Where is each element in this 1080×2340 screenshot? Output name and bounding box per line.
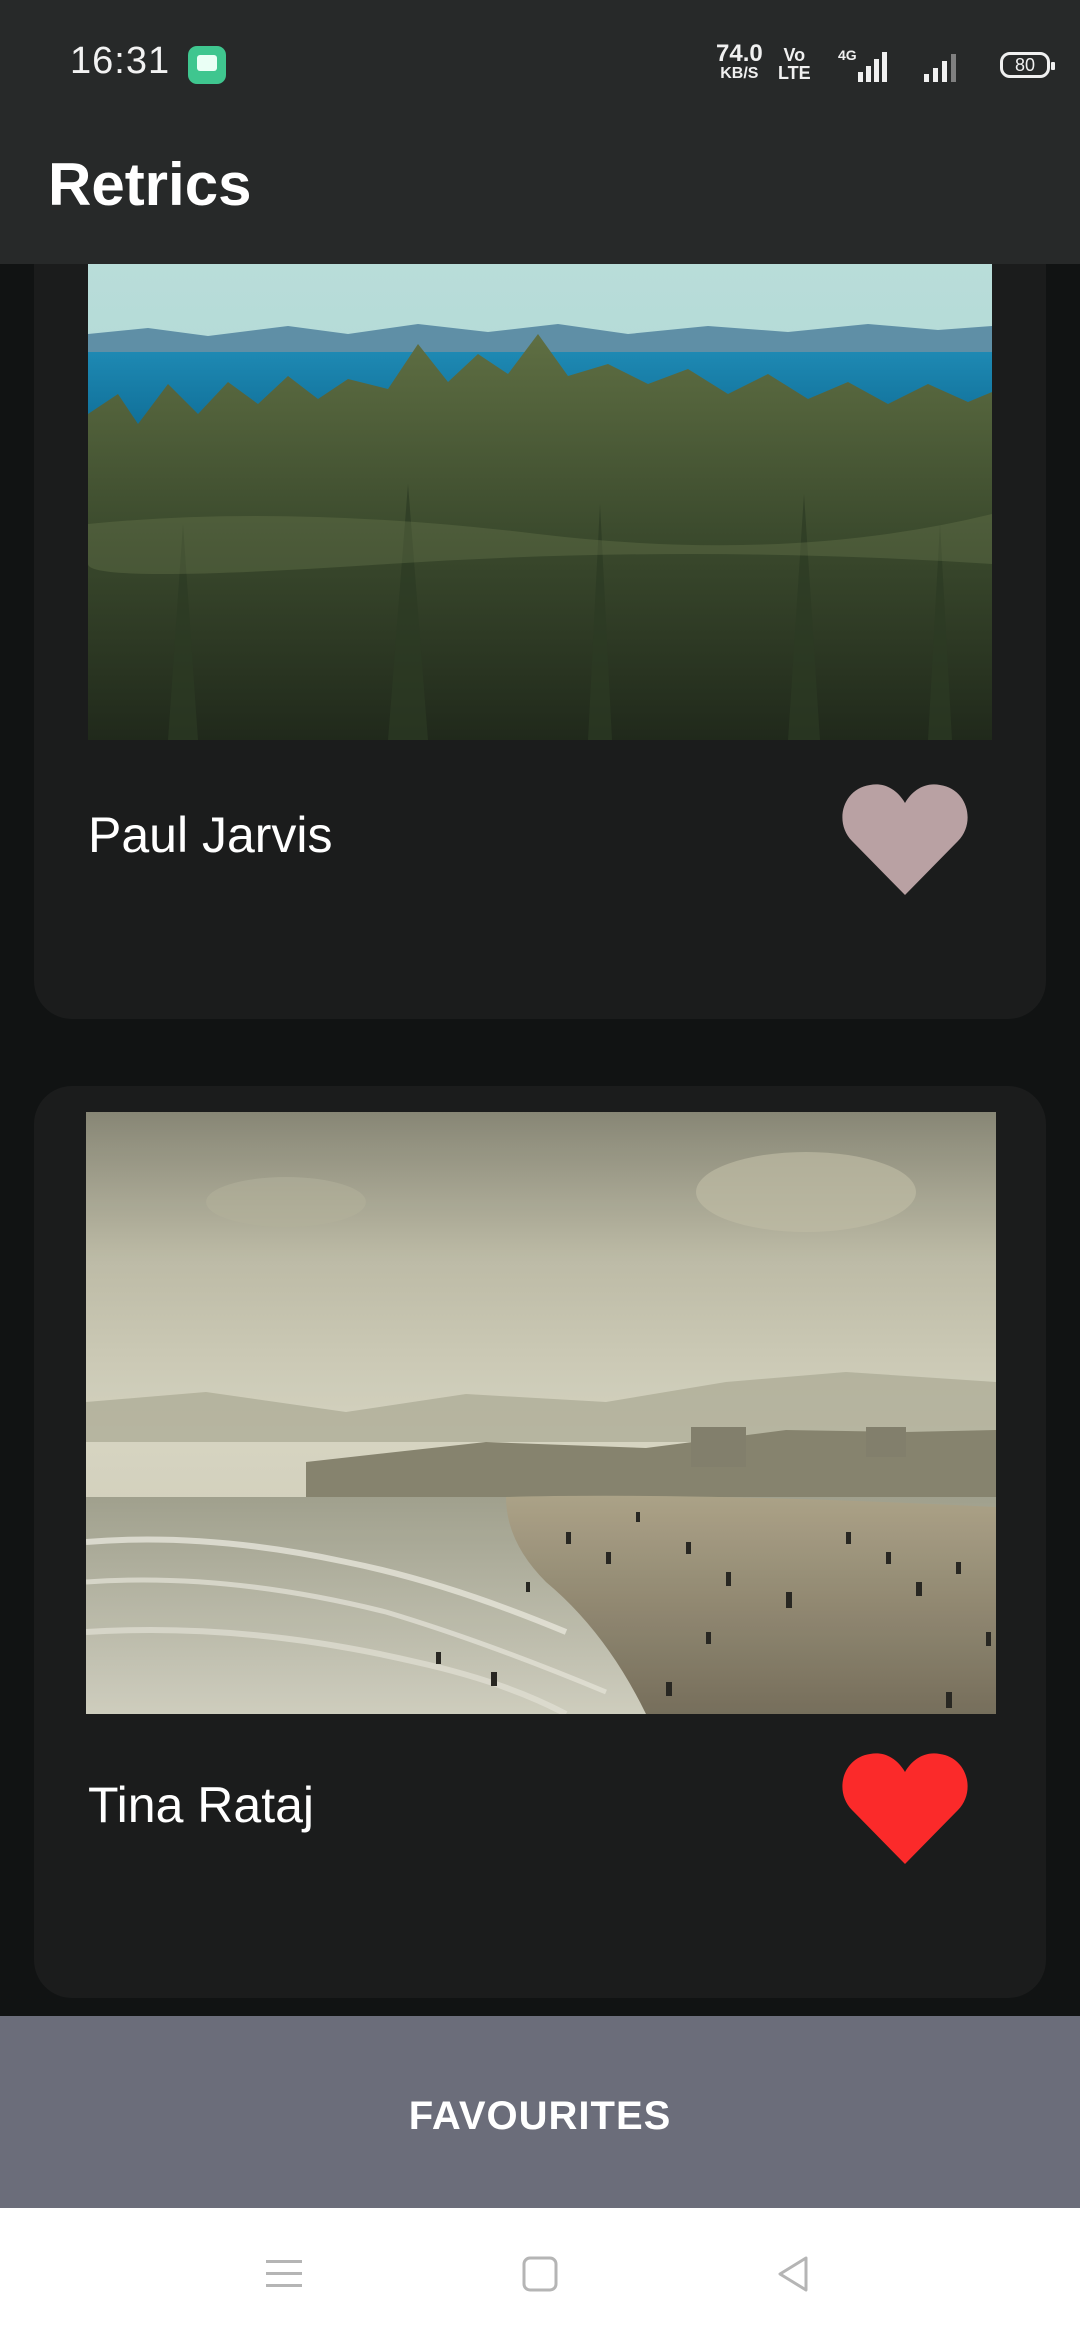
- favourite-heart-icon[interactable]: [840, 1748, 970, 1866]
- photo-card[interactable]: Tina Rataj: [34, 1086, 1046, 1998]
- photo-card[interactable]: Paul Jarvis: [34, 264, 1046, 1019]
- author-name: Paul Jarvis: [88, 807, 333, 863]
- network-type-label: 4G: [838, 48, 857, 63]
- system-nav-bar: [0, 2208, 1080, 2340]
- home-icon[interactable]: [518, 2252, 562, 2296]
- favourites-button[interactable]: FAVOURITES: [0, 2016, 1080, 2208]
- photo-image-forest-sea[interactable]: [88, 264, 992, 740]
- chat-notification-icon: [188, 46, 226, 84]
- photo-image-beach[interactable]: [86, 1112, 996, 1714]
- volte-icon: Vo LTE: [778, 46, 811, 82]
- photo-list[interactable]: Paul Jarvis Tina Rataj: [0, 264, 1080, 2016]
- author-name: Tina Rataj: [88, 1777, 315, 1833]
- network-speed-value: 74.0: [716, 40, 763, 67]
- status-time: 16:31: [70, 40, 171, 82]
- favourites-button-label: FAVOURITES: [408, 2094, 672, 2138]
- status-bar: 16:31 74.0 KB/S Vo LTE 4G 80: [0, 0, 1080, 132]
- network-speed-unit: KB/S: [720, 65, 759, 82]
- app-title: Retrics: [48, 151, 252, 218]
- favourite-heart-icon[interactable]: [840, 779, 970, 897]
- signal-4g-icon: 4G: [838, 48, 887, 82]
- battery-icon: 80: [1000, 52, 1055, 78]
- menu-icon[interactable]: [262, 2252, 306, 2296]
- signal-icon: [924, 54, 956, 82]
- network-speed: 74.0 KB/S: [716, 42, 763, 84]
- back-icon[interactable]: [772, 2252, 816, 2296]
- battery-level: 80: [1014, 55, 1036, 75]
- volte-top: Vo: [783, 45, 806, 65]
- status-indicators: 74.0 KB/S Vo LTE 4G 80: [660, 0, 1080, 132]
- volte-bottom: LTE: [778, 63, 811, 83]
